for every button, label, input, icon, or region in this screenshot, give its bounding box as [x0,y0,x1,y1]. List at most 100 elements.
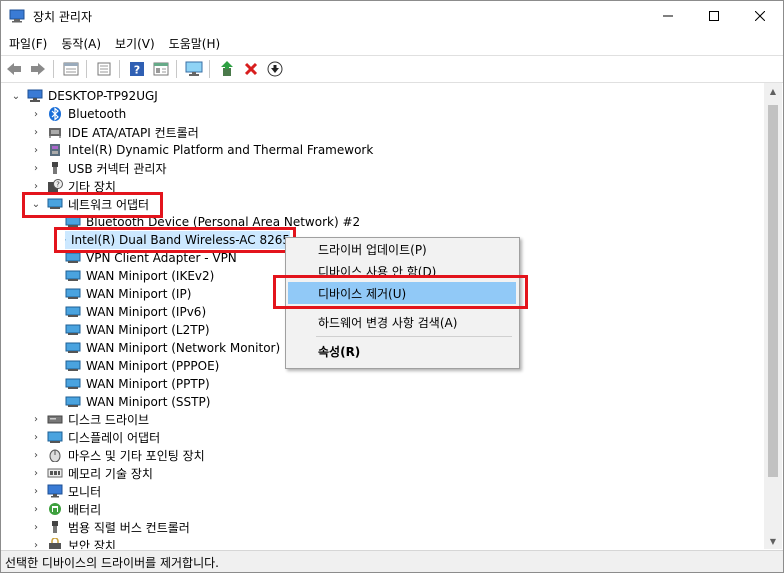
network-device-item[interactable]: VPN Client Adapter - VPN [65,249,237,267]
svg-text:?: ? [134,64,140,77]
view-icon [153,62,169,76]
network-device-label: WAN Miniport (SSTP) [86,395,211,409]
network-device-item[interactable]: Bluetooth Device (Personal Area Network)… [65,213,360,231]
toolbar-separator [176,60,177,78]
tree-item-batteries[interactable]: › 배터리 [31,500,101,518]
network-device-label: WAN Miniport (L2TP) [86,323,210,337]
network-device-item[interactable]: WAN Miniport (PPPOE) [65,357,219,375]
menu-item-label: 드라이버 업데이트(P) [318,242,427,257]
collapse-icon[interactable]: ⌄ [31,199,41,210]
disk-drive-icon [47,415,63,424]
network-device-item[interactable]: WAN Miniport (IPv6) [65,303,206,321]
network-device-item-selected[interactable]: Intel(R) Dual Band Wireless-AC 8265 [65,231,290,249]
tree-item-mice[interactable]: › 마우스 및 기타 포인팅 장치 [31,446,205,464]
toolbar: ? [1,55,783,83]
menu-item-label: 디바이스 사용 안 함(D) [318,264,437,279]
tree-item-label: 디스크 드라이브 [68,412,150,427]
tree-item-label: 네트워크 어댑터 [68,197,150,212]
expand-icon[interactable]: › [31,432,41,443]
scrollbar-thumb[interactable] [768,105,778,477]
menu-help[interactable]: 도움말(H) [163,35,227,52]
menu-file[interactable]: 파일(F) [3,35,53,52]
network-device-label: WAN Miniport (Network Monitor) [86,341,281,355]
properties-icon [63,62,79,76]
menu-item-uninstall-device[interactable]: 디바이스 제거(U) [288,282,516,304]
tree-item-memory-tech[interactable]: › 메모리 기술 장치 [31,464,153,482]
maximize-button[interactable] [691,1,737,31]
scroll-up-icon[interactable]: ▲ [764,83,782,99]
expand-icon[interactable]: › [31,450,41,461]
battery-icon [49,503,61,515]
forward-icon [31,63,45,75]
tree-item-display-adapters[interactable]: › 디스플레이 어댑터 [31,428,160,446]
scroll-down-icon[interactable]: ▼ [764,533,782,549]
network-device-label: Bluetooth Device (Personal Area Network)… [86,215,361,229]
forward-button[interactable] [27,58,49,80]
menu-item-update-driver[interactable]: 드라이버 업데이트(P) [288,238,516,260]
uninstall-icon [244,62,258,76]
vertical-scrollbar[interactable]: ▲ ▼ [764,83,782,549]
network-device-item[interactable]: WAN Miniport (PPTP) [65,375,210,393]
tree-item-network-adapters[interactable]: ⌄ 네트워크 어댑터 [31,195,149,213]
menu-action[interactable]: 동작(A) [55,35,107,52]
tree-item-usb-connector[interactable]: › USB 커넥터 관리자 [31,159,167,177]
network-device-item[interactable]: WAN Miniport (SSTP) [65,393,210,411]
expand-icon[interactable]: › [31,163,41,174]
menu-item-disable-device[interactable]: 디바이스 사용 안 함(D) [288,260,516,282]
tree-item-ide[interactable]: › IDE ATA/ATAPI 컨트롤러 [31,123,199,141]
expand-icon[interactable]: › [31,468,41,479]
expand-icon[interactable]: › [31,109,41,120]
mouse-icon [49,449,61,462]
tree-item-other-devices[interactable]: › ? 기타 장치 [31,177,116,195]
toolbar-separator [209,60,210,78]
tree-item-disk-drives[interactable]: › 디스크 드라이브 [31,410,149,428]
context-menu: 드라이버 업데이트(P) 디바이스 사용 안 함(D) 디바이스 제거(U) 하… [285,237,520,369]
expand-icon[interactable]: › [31,414,41,425]
collapse-icon[interactable]: ⌄ [11,91,21,102]
network-device-item[interactable]: WAN Miniport (IKEv2) [65,267,214,285]
tree-item-bluetooth[interactable]: › Bluetooth [31,105,126,123]
help-button[interactable]: ? [126,58,148,80]
device-manager-window: 장치 관리자 파일(F) 동작(A) 보기(V) 도움말(H) ? ⌄ DESK… [0,0,784,573]
view-button[interactable] [150,58,172,80]
tree-item-security-devices[interactable]: › 보안 장치 [31,536,116,549]
network-device-label: WAN Miniport (IKEv2) [86,269,215,283]
scan-hardware-button[interactable] [183,58,205,80]
download-button[interactable] [264,58,286,80]
network-device-label: VPN Client Adapter - VPN [86,251,237,265]
network-device-item[interactable]: WAN Miniport (Network Monitor) [65,339,280,357]
expand-icon[interactable]: › [31,522,41,533]
menu-view[interactable]: 보기(V) [109,35,161,52]
tree-item-label: 디스플레이 어댑터 [68,430,161,445]
enable-icon [221,61,233,76]
tree-root[interactable]: ⌄ DESKTOP-TP92UGJ [11,87,158,105]
minimize-button[interactable] [645,1,691,31]
expand-icon[interactable]: › [31,181,41,192]
network-device-label: WAN Miniport (IP) [86,287,192,301]
memory-icon [47,468,63,478]
menu-item-scan-hardware[interactable]: 하드웨어 변경 사항 검색(A) [288,311,516,333]
menu-separator [316,336,512,337]
expand-icon[interactable]: › [31,127,41,138]
tree-item-label: Intel(R) Dynamic Platform and Thermal Fr… [68,143,374,157]
expand-icon[interactable]: › [31,145,41,156]
tree-item-thermal[interactable]: › Intel(R) Dynamic Platform and Thermal … [31,141,373,159]
network-device-item[interactable]: WAN Miniport (IP) [65,285,191,303]
close-button[interactable] [737,1,783,31]
expand-icon[interactable]: › [31,540,41,550]
tree-item-label: 보안 장치 [68,538,116,550]
uninstall-button[interactable] [240,58,262,80]
properties-button[interactable] [60,58,82,80]
menu-item-label: 디바이스 제거(U) [318,286,407,301]
tree-item-monitors[interactable]: › 모니터 [31,482,101,500]
maximize-icon [709,11,719,21]
tree-item-usb-controllers[interactable]: › 범용 직렬 버스 컨트롤러 [31,518,190,536]
expand-icon[interactable]: › [31,486,41,497]
menu-item-properties[interactable]: 속성(R) [288,340,516,362]
update-button[interactable] [93,58,115,80]
tree-item-label: IDE ATA/ATAPI 컨트롤러 [68,125,199,140]
expand-icon[interactable]: › [31,504,41,515]
network-device-item[interactable]: WAN Miniport (L2TP) [65,321,210,339]
back-button[interactable] [3,58,25,80]
enable-button[interactable] [216,58,238,80]
